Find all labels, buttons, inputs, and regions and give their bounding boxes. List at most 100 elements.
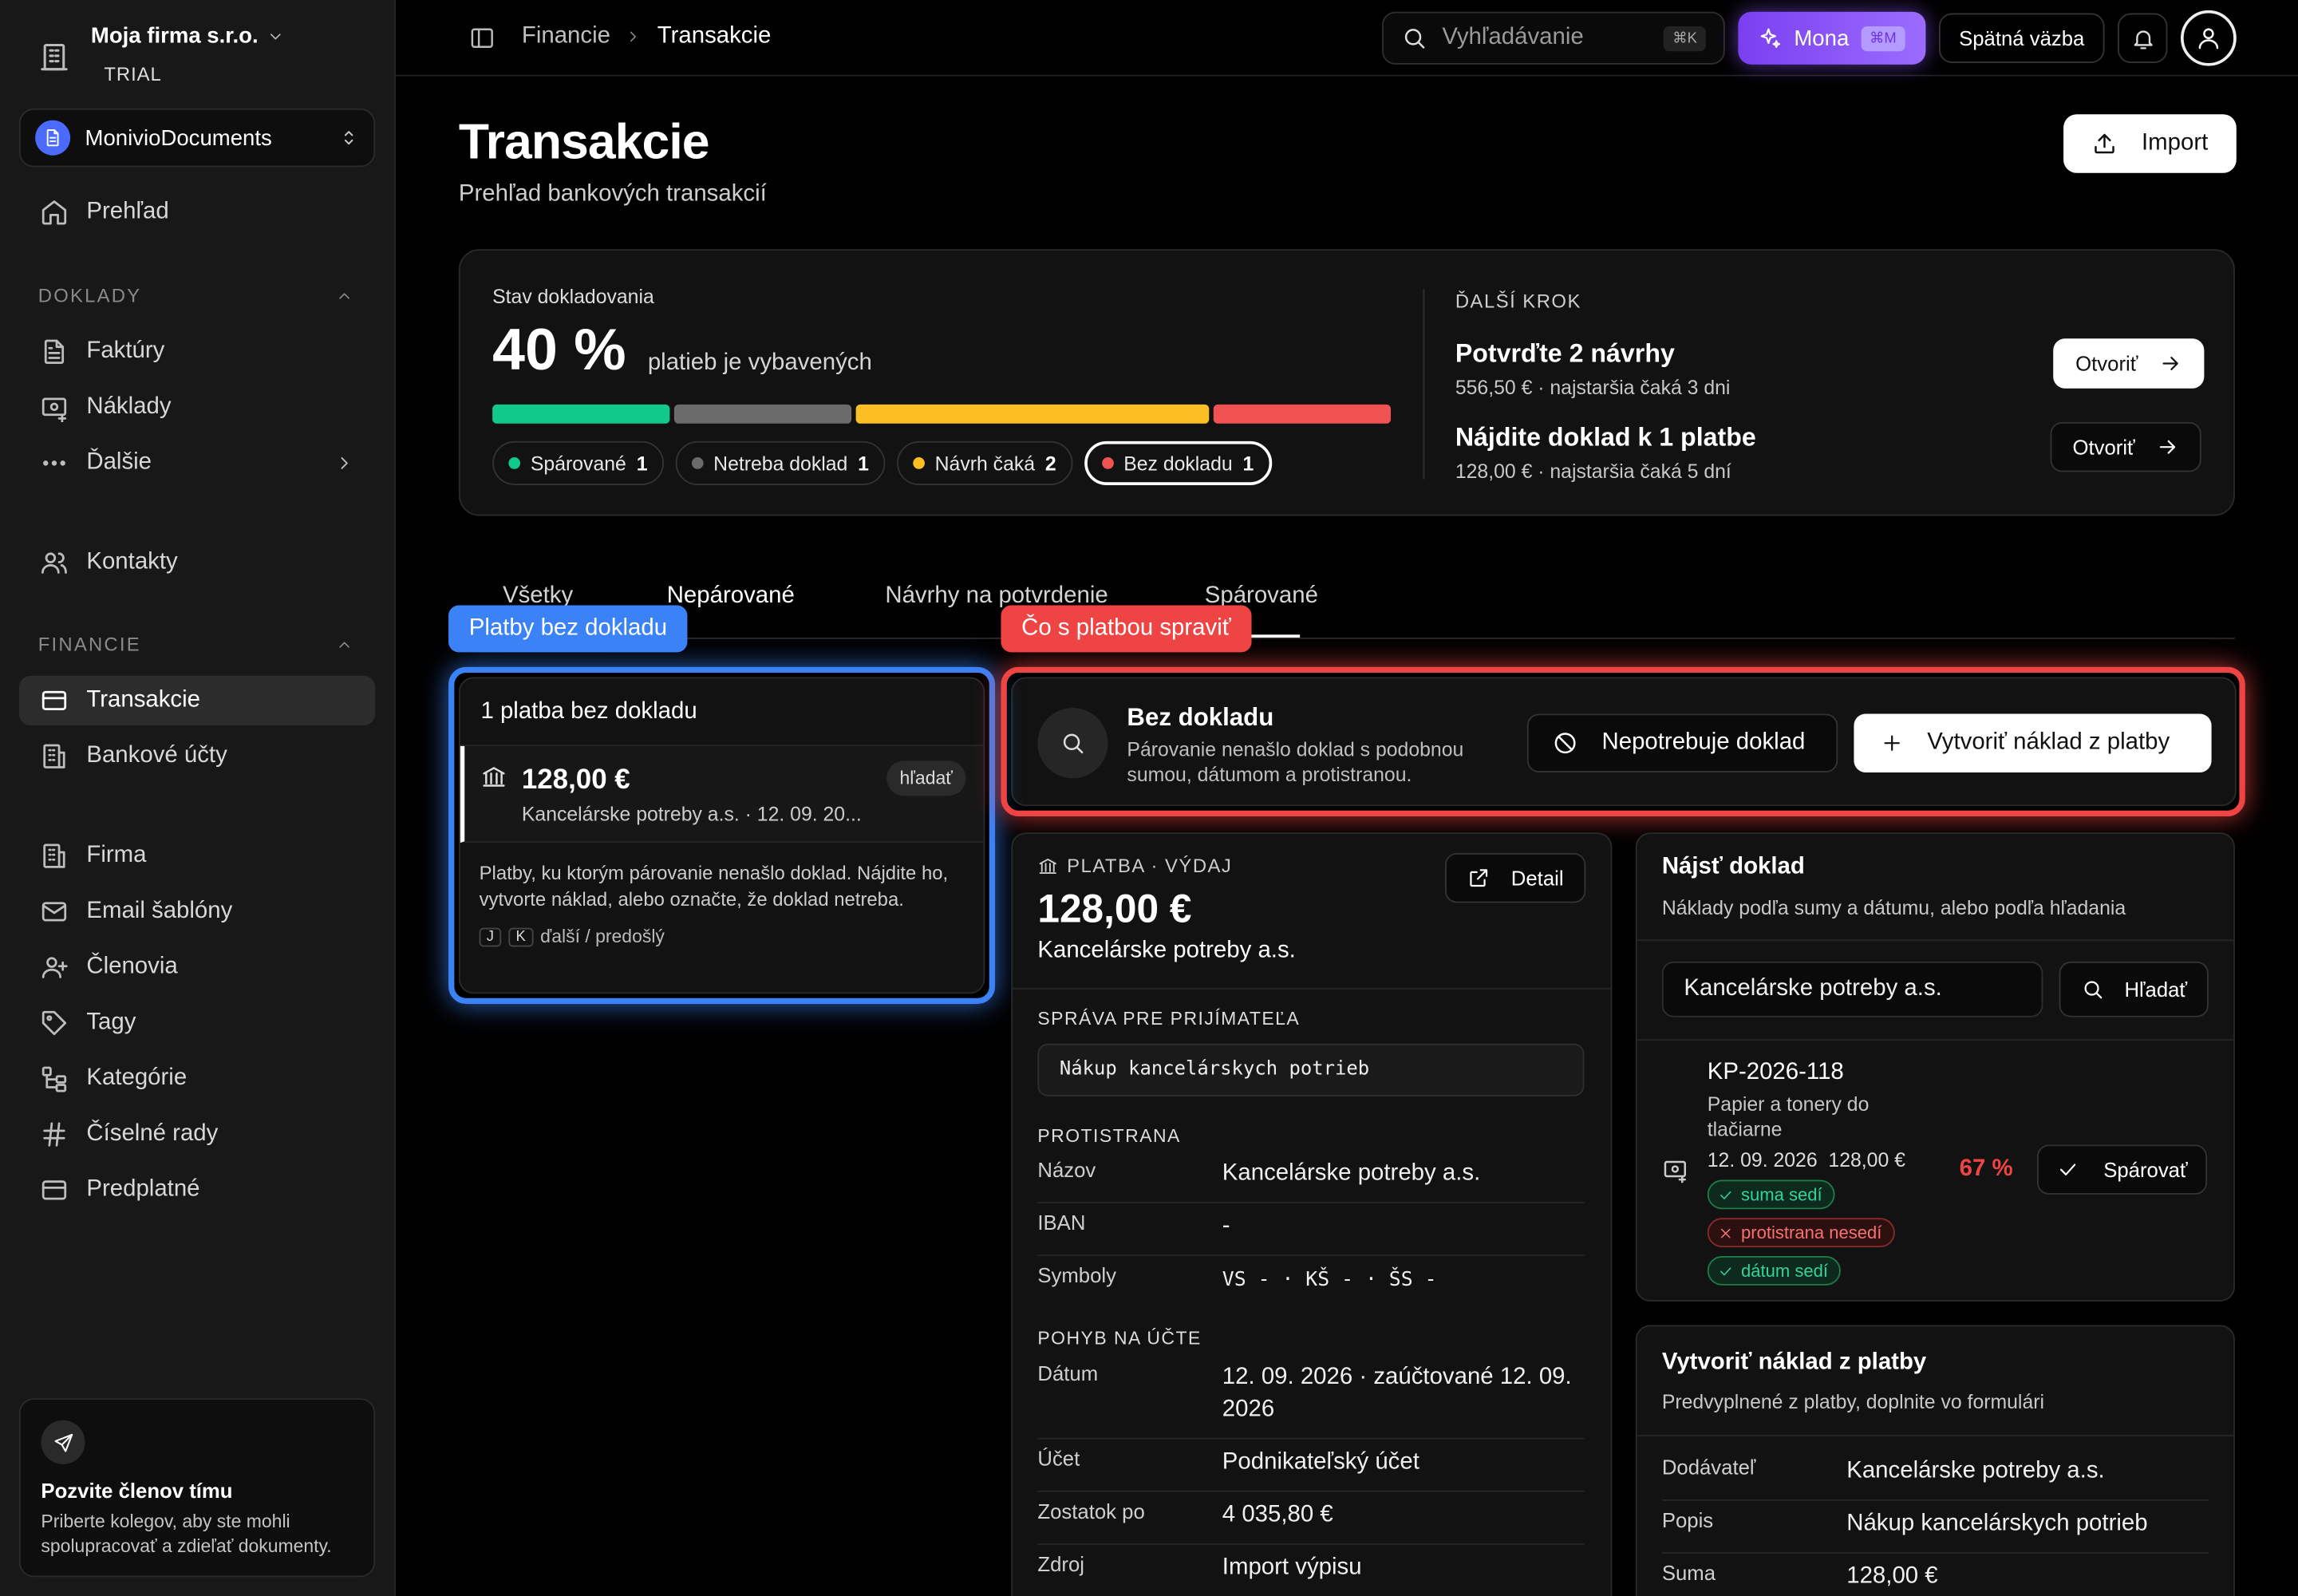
arrow-right-icon bbox=[2158, 352, 2182, 375]
find-search-button[interactable]: Hľadať bbox=[2059, 961, 2209, 1017]
next-step-label: ĎALŠÍ KROK bbox=[1455, 290, 1581, 313]
section-movement: POHYB NA ÚČTE bbox=[1037, 1328, 1202, 1349]
divider bbox=[1013, 987, 1611, 990]
field-key: Dátum bbox=[1037, 1361, 1099, 1385]
pill-label: Bez dokladu bbox=[1123, 452, 1233, 475]
pair-button[interactable]: Spárovať bbox=[2037, 1144, 2208, 1195]
status-bar-segment bbox=[1214, 404, 1391, 424]
workspace-switcher[interactable]: MonivioDocuments bbox=[18, 108, 376, 168]
status-bar-segment bbox=[855, 404, 1210, 424]
chip-label: suma sedí bbox=[1740, 1184, 1822, 1205]
sidebar-toggle-icon[interactable] bbox=[469, 25, 496, 51]
mona-button[interactable]: Mona ⌘M bbox=[1738, 11, 1926, 65]
pill-matched[interactable]: Spárované 1 bbox=[492, 440, 664, 485]
open-button[interactable]: Otvoriť bbox=[2053, 338, 2205, 389]
field-value: Import výpisu bbox=[1222, 1555, 1362, 1580]
arrow-right-icon bbox=[2155, 435, 2178, 458]
candidate-id[interactable]: KP-2026-118 bbox=[1708, 1060, 1844, 1086]
section-doklady[interactable]: DOKLADY bbox=[38, 284, 353, 306]
create-expense-card: Vytvoriť náklad z platby Predvyplnené z … bbox=[1635, 1325, 2235, 1596]
breadcrumb-financie[interactable]: Financie bbox=[522, 23, 610, 49]
find-search-label: Hľadať bbox=[2124, 978, 2188, 1001]
field-description[interactable]: Popis Nákup kancelárskych potrieb bbox=[1661, 1508, 2209, 1554]
credit-card-icon bbox=[40, 1175, 69, 1205]
sidebar-item-company[interactable]: Firma bbox=[19, 831, 375, 880]
highlight-label-left: Platby bez dokladu bbox=[448, 605, 688, 653]
status-card: Stav dokladovania 40 % platieb je vybave… bbox=[458, 249, 2235, 516]
open-button[interactable]: Otvoriť bbox=[2050, 421, 2201, 472]
sidebar-item-categories[interactable]: Kategórie bbox=[19, 1054, 375, 1104]
sidebar-item-label: Prehľad bbox=[86, 199, 169, 225]
task-find: Nájdite doklad k 1 platbe 128,00 € · naj… bbox=[1455, 422, 1756, 482]
chevron-down-icon bbox=[267, 27, 285, 45]
sidebar-item-subscription[interactable]: Predplatné bbox=[19, 1165, 375, 1215]
sparkles-icon bbox=[1759, 25, 1783, 51]
status-dot bbox=[508, 457, 521, 469]
sidebar-item-label: Tagy bbox=[86, 1009, 136, 1035]
sidebar-item-more[interactable]: Ďalšie bbox=[19, 438, 375, 488]
import-button[interactable]: Import bbox=[2063, 114, 2237, 173]
field-key: Účet bbox=[1037, 1446, 1080, 1471]
sidebar-item-overview[interactable]: Prehľad bbox=[19, 188, 375, 237]
avatar[interactable] bbox=[2181, 10, 2237, 66]
field-value: Kancelárske potreby a.s. bbox=[1222, 1160, 1481, 1186]
sidebar: Moja firma s.r.o. TRIAL MonivioDocuments… bbox=[0, 0, 396, 1596]
open-label: Otvoriť bbox=[2075, 351, 2138, 376]
find-search-input[interactable]: Kancelárske potreby a.s. bbox=[1661, 961, 2043, 1017]
detail-button[interactable]: Detail bbox=[1444, 852, 1586, 903]
match-chip-date: dátum sedí bbox=[1707, 1256, 1842, 1286]
sidebar-item-invoices[interactable]: Faktúry bbox=[19, 327, 375, 377]
invite-card[interactable]: Pozvite členov tímu Priberte kolegov, ab… bbox=[18, 1398, 376, 1578]
sidebar-item-label: Bankové účty bbox=[86, 743, 227, 768]
pill-no-need[interactable]: Netreba doklad 1 bbox=[675, 440, 886, 485]
sidebar-item-tags[interactable]: Tagy bbox=[19, 998, 375, 1048]
field-supplier[interactable]: Dodávateľ Kancelárske potreby a.s. bbox=[1661, 1456, 2209, 1501]
field-value: 128,00 € bbox=[1846, 1563, 1938, 1589]
sidebar-item-bank-accounts[interactable]: Bankové účty bbox=[19, 732, 375, 781]
sidebar-item-expenses[interactable]: Náklady bbox=[19, 382, 375, 432]
bank-building-icon bbox=[40, 741, 69, 771]
bank-icon bbox=[1037, 855, 1058, 876]
org-switcher[interactable]: Moja firma s.r.o. TRIAL bbox=[38, 23, 285, 85]
search-input[interactable]: Vyhľadávanie ⌘K bbox=[1382, 11, 1725, 65]
tab-unmatched[interactable]: Nepárované bbox=[667, 583, 795, 610]
section-financie[interactable]: FINANCIE bbox=[38, 633, 353, 655]
search-placeholder: Vyhľadávanie bbox=[1442, 25, 1584, 50]
sidebar-item-members[interactable]: Členovia bbox=[19, 942, 375, 992]
section-message: SPRÁVA PRE PRIJÍMATEĽA bbox=[1037, 1008, 1301, 1029]
sidebar-item-number-series[interactable]: Číselné rady bbox=[19, 1109, 375, 1159]
home-icon bbox=[40, 198, 69, 227]
highlight-label-right: Čo s platbou spraviť bbox=[1001, 605, 1252, 653]
candidate-item: KP-2026-118 Papier a tonery do tlačiarne… bbox=[1662, 1054, 2208, 1289]
divider bbox=[1637, 1435, 2234, 1436]
mail-icon bbox=[40, 897, 69, 926]
pill-missing[interactable]: Bez dokladu 1 bbox=[1084, 440, 1272, 485]
field-value: Kancelárske potreby a.s. bbox=[1846, 1458, 2105, 1483]
sidebar-item-transactions[interactable]: Transakcie bbox=[18, 675, 376, 726]
status-dot bbox=[691, 457, 704, 469]
field-key: IBAN bbox=[1037, 1211, 1086, 1235]
upload-icon bbox=[2092, 130, 2118, 156]
field-sum[interactable]: Suma 128,00 € bbox=[1662, 1561, 2209, 1596]
status-percent-desc: platieb je vybavených bbox=[647, 350, 872, 376]
status-dot bbox=[1101, 457, 1114, 469]
feedback-button[interactable]: Spätná väzba bbox=[1938, 13, 2105, 63]
field-account: Účet Podnikateľský účet bbox=[1037, 1446, 1585, 1492]
status-dot bbox=[913, 457, 925, 469]
pill-pending[interactable]: Návrh čaká 2 bbox=[896, 440, 1072, 485]
topbar: Financie Transakcie Vyhľadávanie ⌘K Mona… bbox=[395, 0, 2298, 77]
receipt-icon bbox=[1662, 1156, 1688, 1183]
create-title: Vytvoriť náklad z platby bbox=[1661, 1349, 1927, 1375]
field-value: - bbox=[1222, 1213, 1230, 1239]
highlight-frame-blue bbox=[448, 666, 996, 1005]
sidebar-item-contacts[interactable]: Kontakty bbox=[19, 538, 375, 587]
mona-label: Mona bbox=[1794, 26, 1850, 51]
notifications-button[interactable] bbox=[2118, 13, 2168, 63]
sidebar-item-email-templates[interactable]: Email šablóny bbox=[19, 887, 375, 936]
status-pills: Spárované 1 Netreba doklad 1 Návrh čaká 2 B… bbox=[492, 440, 1272, 485]
task-confirm: Potvrďte 2 návrhy 556,50 € · najstaršia … bbox=[1455, 338, 1731, 398]
pill-label: Spárované bbox=[530, 452, 626, 475]
highlight-frame-red bbox=[1001, 666, 2245, 817]
field-key: Názov bbox=[1037, 1157, 1096, 1182]
user-plus-icon bbox=[40, 953, 69, 982]
